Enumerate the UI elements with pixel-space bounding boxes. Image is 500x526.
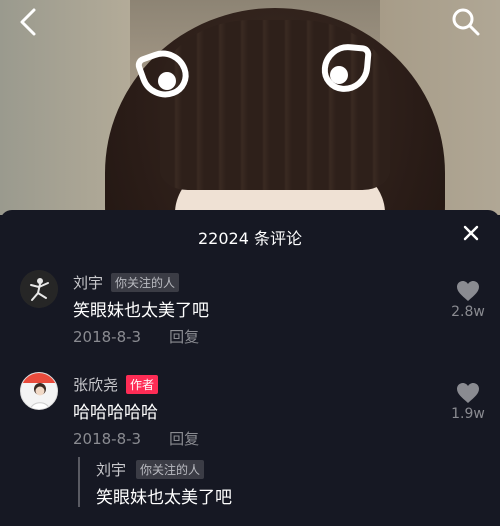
author-badge: 作者 xyxy=(126,375,159,394)
comment-text: 哈哈哈哈哈 xyxy=(73,403,158,423)
close-button[interactable] xyxy=(462,224,480,242)
following-badge: 你关注的人 xyxy=(111,273,180,292)
like-count: 2.8w xyxy=(451,304,485,320)
cat-ear-filter-left-dot xyxy=(158,72,176,90)
reply-button[interactable]: 回复 xyxy=(169,430,199,448)
like-count: 1.9w xyxy=(451,406,485,422)
quoted-reply[interactable]: 刘宇 你关注的人 笑眼妹也太美了吧 xyxy=(78,457,458,508)
back-button[interactable] xyxy=(14,6,46,38)
search-icon xyxy=(452,8,480,36)
comment-meta: 2018-8-3 回复 xyxy=(73,326,199,347)
comments-count-title: 22024 条评论 xyxy=(198,229,302,248)
comment-text: 笑眼妹也太美了吧 xyxy=(73,301,209,321)
comment-date: 2018-8-3 xyxy=(73,430,142,448)
quoted-text: 笑眼妹也太美了吧 xyxy=(96,488,232,508)
search-button[interactable] xyxy=(450,6,482,38)
like-button[interactable]: 2.8w xyxy=(450,280,486,320)
comment-meta: 2018-8-3 回复 xyxy=(73,428,199,449)
cat-ear-filter-right-dot xyxy=(330,66,348,84)
video-background xyxy=(0,0,500,215)
heart-icon xyxy=(457,281,479,301)
avatar[interactable] xyxy=(20,270,58,308)
comment-date: 2018-8-3 xyxy=(73,328,142,346)
heart-icon xyxy=(457,383,479,403)
quoted-username[interactable]: 刘宇 xyxy=(96,459,126,480)
comment-username[interactable]: 张欣尧 xyxy=(73,374,118,395)
comment-username[interactable]: 刘宇 xyxy=(73,272,103,293)
reply-button[interactable]: 回复 xyxy=(169,328,199,346)
following-badge: 你关注的人 xyxy=(136,460,205,479)
dancer-avatar-icon xyxy=(20,270,58,308)
close-icon xyxy=(463,225,479,241)
avatar[interactable] xyxy=(20,372,58,410)
like-button[interactable]: 1.9w xyxy=(450,382,486,422)
chevron-left-icon xyxy=(20,8,36,36)
